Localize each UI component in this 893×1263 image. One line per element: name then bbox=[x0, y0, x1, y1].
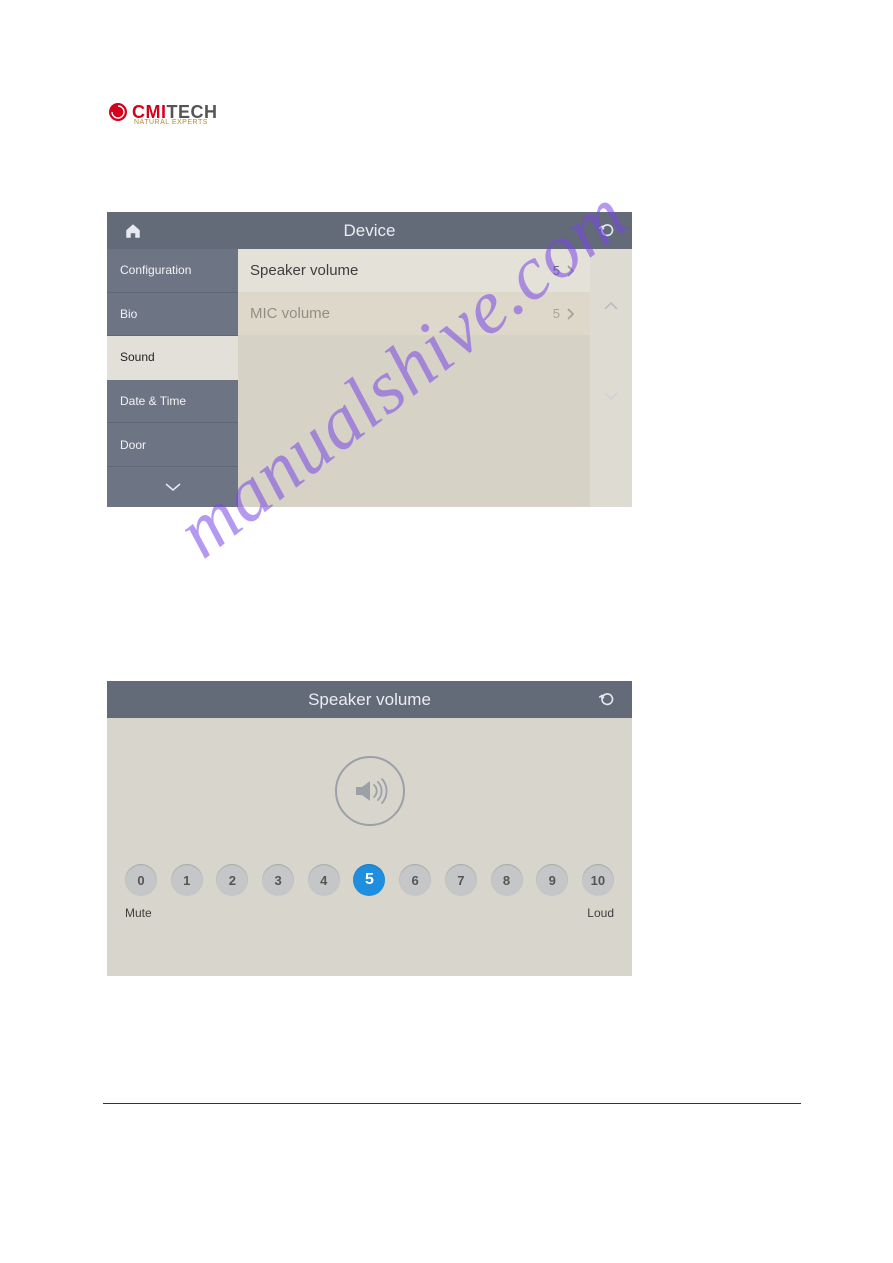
level-label: 5 bbox=[365, 871, 374, 889]
volume-level-7[interactable]: 7 bbox=[445, 864, 477, 896]
sidebar-item-datetime[interactable]: Date & Time bbox=[107, 380, 238, 424]
setting-label: MIC volume bbox=[250, 305, 553, 322]
volume-level-9[interactable]: 9 bbox=[536, 864, 568, 896]
level-label: 10 bbox=[591, 873, 605, 888]
level-label: 7 bbox=[457, 873, 464, 888]
volume-level-10[interactable]: 10 bbox=[582, 864, 614, 896]
setting-label: Speaker volume bbox=[250, 262, 553, 279]
speaker-icon bbox=[335, 756, 405, 826]
volume-range-labels: Mute Loud bbox=[125, 906, 614, 920]
volume-level-row: 0 1 2 3 4 5 6 7 8 9 10 bbox=[125, 864, 614, 896]
sidebar-item-label: Bio bbox=[120, 307, 137, 321]
level-label: 0 bbox=[137, 873, 144, 888]
volume-level-1[interactable]: 1 bbox=[171, 864, 203, 896]
chevron-down-icon[interactable] bbox=[603, 389, 619, 407]
volume-level-6[interactable]: 6 bbox=[399, 864, 431, 896]
sidebar-item-label: Date & Time bbox=[120, 394, 186, 408]
chevron-up-icon[interactable] bbox=[603, 299, 619, 317]
level-label: 2 bbox=[229, 873, 236, 888]
volume-level-3[interactable]: 3 bbox=[262, 864, 294, 896]
brand-mark-icon bbox=[108, 102, 128, 127]
brand-tagline: NATURAL EXPERTS bbox=[134, 119, 218, 126]
device-sidebar: Configuration Bio Sound Date & Time Door bbox=[107, 249, 238, 507]
volume-level-5[interactable]: 5 bbox=[353, 864, 385, 896]
device-titlebar: Device bbox=[107, 212, 632, 249]
level-label: 4 bbox=[320, 873, 327, 888]
sidebar-item-label: Configuration bbox=[120, 263, 191, 277]
device-title: Device bbox=[107, 221, 632, 241]
sidebar-item-bio[interactable]: Bio bbox=[107, 293, 238, 337]
device-panel: Device Configuration Bio Sound Date & Ti… bbox=[107, 212, 632, 507]
back-icon[interactable] bbox=[598, 212, 618, 249]
home-icon[interactable] bbox=[123, 212, 143, 249]
sidebar-item-label: Sound bbox=[120, 350, 155, 364]
volume-level-2[interactable]: 2 bbox=[216, 864, 248, 896]
sidebar-item-label: Door bbox=[120, 438, 146, 452]
chevron-right-icon bbox=[566, 265, 574, 277]
volume-title: Speaker volume bbox=[107, 690, 632, 710]
volume-panel: Speaker volume 0 1 2 3 4 5 6 bbox=[107, 681, 632, 976]
level-label: 9 bbox=[549, 873, 556, 888]
back-icon[interactable] bbox=[598, 681, 618, 718]
level-label: 6 bbox=[412, 873, 419, 888]
device-scroll-indicators bbox=[590, 249, 632, 507]
sidebar-item-configuration[interactable]: Configuration bbox=[107, 249, 238, 293]
setting-mic-volume[interactable]: MIC volume 5 bbox=[238, 292, 590, 335]
volume-max-label: Loud bbox=[587, 906, 614, 920]
volume-level-8[interactable]: 8 bbox=[491, 864, 523, 896]
device-content: Speaker volume 5 MIC volume 5 bbox=[238, 249, 590, 507]
device-body: Configuration Bio Sound Date & Time Door… bbox=[107, 249, 632, 507]
page-divider bbox=[103, 1103, 801, 1104]
volume-titlebar: Speaker volume bbox=[107, 681, 632, 718]
volume-level-4[interactable]: 4 bbox=[308, 864, 340, 896]
volume-body: 0 1 2 3 4 5 6 7 8 9 10 Mute Loud bbox=[107, 718, 632, 920]
level-label: 3 bbox=[274, 873, 281, 888]
setting-value: 5 bbox=[553, 306, 560, 321]
setting-value: 5 bbox=[553, 263, 560, 278]
sidebar-more-icon[interactable] bbox=[107, 467, 238, 507]
sidebar-item-sound[interactable]: Sound bbox=[107, 336, 238, 380]
setting-speaker-volume[interactable]: Speaker volume 5 bbox=[238, 249, 590, 292]
page: CMITECH NATURAL EXPERTS Device Configura… bbox=[0, 0, 893, 1263]
sidebar-item-door[interactable]: Door bbox=[107, 423, 238, 467]
volume-min-label: Mute bbox=[125, 906, 152, 920]
level-label: 8 bbox=[503, 873, 510, 888]
volume-level-0[interactable]: 0 bbox=[125, 864, 157, 896]
chevron-right-icon bbox=[566, 308, 574, 320]
level-label: 1 bbox=[183, 873, 190, 888]
brand-logo: CMITECH NATURAL EXPERTS bbox=[108, 102, 218, 127]
brand-text: CMITECH NATURAL EXPERTS bbox=[132, 103, 218, 126]
